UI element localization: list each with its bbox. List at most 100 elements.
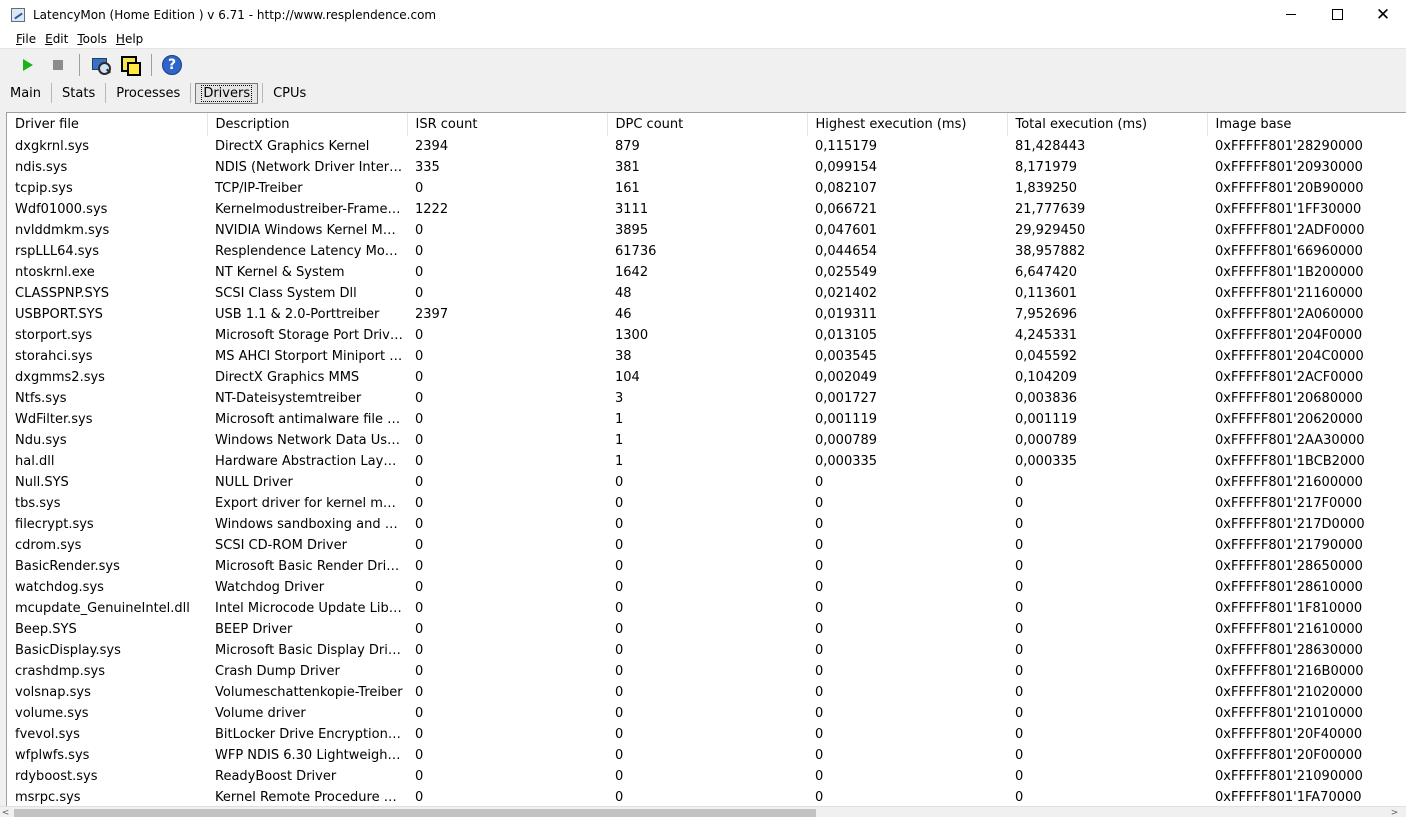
table-row[interactable]: volsnap.sys Volumeschattenkopie-Treiber 0 0… [7,682,1406,703]
tab-drivers[interactable]: Drivers [195,82,259,104]
table-row[interactable]: filecrypt.sys Windows sandboxing and e...… [7,514,1406,535]
table-cell: volsnap.sys [15,685,91,700]
tab-stats[interactable]: Stats [56,83,101,104]
tab-cpus[interactable]: CPUs [267,83,312,104]
table-cell: tbs.sys [15,496,61,511]
tab-main[interactable]: Main [4,83,47,104]
table-row[interactable]: hal.dll Hardware Abstraction Layer ... 0 1 0… [7,451,1406,472]
table-cell: NT Kernel & System [215,265,345,280]
table-row[interactable]: msrpc.sys Kernel Remote Procedure C... 0 0 0… [7,787,1406,807]
table-row[interactable]: ndis.sys NDIS (Network Driver Interf... 33… [7,157,1406,178]
maximize-button[interactable] [1314,0,1360,29]
table-cell: volume.sys [15,706,89,721]
table-row[interactable]: volume.sys Volume driver 0 0 0 0 0xFFFFF801'21… [7,703,1406,724]
column-header[interactable]: Highest execution (ms) [807,113,1008,136]
tab-separator [190,83,192,103]
menu-edit[interactable]: Edit [45,32,68,46]
table-cell: 0 [815,769,824,784]
start-button[interactable] [16,53,40,77]
close-button[interactable]: ✕ [1360,0,1406,29]
table-row[interactable]: WdFilter.sys Microsoft antimalware file s… [7,409,1406,430]
table-row[interactable]: cdrom.sys SCSI CD-ROM Driver 0 0 0 0 0xFFFFF80… [7,535,1406,556]
stop-button[interactable] [46,53,70,77]
tab-label: CPUs [273,85,307,101]
table-cell: Microsoft Basic Display Driver [215,643,407,658]
table-row[interactable]: Ndu.sys Windows Network Data Usa... 0 1 0,00… [7,430,1406,451]
table-row[interactable]: dxgkrnl.sys DirectX Graphics Kernel 2394 87… [7,136,1406,157]
help-button[interactable]: ? [160,53,184,77]
table-cell: Watchdog Driver [215,580,325,595]
table-cell: 0xFFFFF801'21610000 [1215,622,1363,637]
table-cell: 0 [1015,769,1024,784]
report-button[interactable] [88,53,112,77]
column-header[interactable]: ISR count [407,113,608,136]
table-cell: 0xFFFFF801'21010000 [1215,706,1363,721]
table-cell: NULL Driver [215,475,293,490]
table-row[interactable]: fvevol.sys BitLocker Drive Encryption ...… [7,724,1406,745]
horizontal-scrollbar[interactable]: < > [0,806,1406,817]
tab-label: Processes [116,85,181,101]
table-row[interactable]: tcpip.sys TCP/IP-Treiber 0 161 0,082107 1,839… [7,178,1406,199]
table-cell: 0 [1015,643,1024,658]
tab-processes[interactable]: Processes [110,83,186,104]
table-cell: 0,044654 [815,244,878,259]
table-cell: WdFilter.sys [15,412,93,427]
table-row[interactable]: Ntfs.sys NT-Dateisystemtreiber 0 3 0,001727 0… [7,388,1406,409]
table-row[interactable]: storahci.sys MS AHCI Storport Miniport D.… [7,346,1406,367]
table-row[interactable]: BasicRender.sys Microsoft Basic Render Dr… [7,556,1406,577]
table-row[interactable]: rdyboost.sys ReadyBoost Driver 0 0 0 0 0xFFFFF… [7,766,1406,787]
tab-label: Main [10,85,42,101]
table-row[interactable]: nvlddmkm.sys NVIDIA Windows Kernel Mod...… [7,220,1406,241]
scrollbar-thumb[interactable] [14,809,816,817]
table-row[interactable]: wfplwfs.sys WFP NDIS 6.30 Lightweight ...… [7,745,1406,766]
cpu-button[interactable] [118,53,142,77]
table-cell: 4,245331 [1015,328,1078,343]
table-row[interactable]: Wdf01000.sys Kernelmodustreiber-Framew...… [7,199,1406,220]
table-cell: 0,025549 [815,265,878,280]
table-cell: 381 [615,160,640,175]
table-cell: Crash Dump Driver [215,664,340,679]
table-row[interactable]: crashdmp.sys Crash Dump Driver 0 0 0 0 0xFFFFF… [7,661,1406,682]
table-cell: Hardware Abstraction Layer ... [215,454,407,469]
table-row[interactable]: ntoskrnl.exe NT Kernel & System 0 1642 0,025… [7,262,1406,283]
table-row[interactable]: USBPORT.SYS USB 1.1 & 2.0-Porttreiber 2397… [7,304,1406,325]
table-cell: 0 [1015,706,1024,721]
title-bar[interactable]: LatencyMon (Home Edition ) v 6.71 - http… [0,0,1406,29]
table-cell: 0xFFFFF801'28290000 [1215,139,1363,154]
table-row[interactable]: mcupdate_GenuineIntel.dll Intel Microcode… [7,598,1406,619]
menu-tools[interactable]: Tools [77,32,107,46]
column-header[interactable]: Image base [1207,113,1406,136]
column-header[interactable]: Total execution (ms) [1007,113,1208,136]
table-cell: Export driver for kernel mod... [215,496,407,511]
table-row[interactable]: Null.SYS NULL Driver 0 0 0 0 0xFFFFF801'216000… [7,472,1406,493]
menu-help[interactable]: Help [116,32,143,46]
column-header[interactable]: Description [207,113,408,136]
table-cell: CLASSPNP.SYS [15,286,109,301]
table-cell: 8,171979 [1015,160,1078,175]
menu-bar: File Edit Tools Help [0,29,1406,49]
table-row[interactable]: storport.sys Microsoft Storage Port Drive… [7,325,1406,346]
table-cell: 0 [815,748,824,763]
table-row[interactable]: BasicDisplay.sys Microsoft Basic Display … [7,640,1406,661]
minimize-button[interactable] [1268,0,1314,29]
table-cell: 0,021402 [815,286,878,301]
column-header[interactable]: Driver file [7,113,208,136]
menu-file[interactable]: File [16,32,36,46]
table-cell: 0 [815,601,824,616]
table-row[interactable]: rspLLL64.sys Resplendence Latency Monit..… [7,241,1406,262]
table-row[interactable]: CLASSPNP.SYS SCSI Class System Dll 0 48 0,02… [7,283,1406,304]
scroll-right-icon[interactable]: > [1389,807,1400,817]
scroll-left-icon[interactable]: < [0,807,11,817]
table-row[interactable]: watchdog.sys Watchdog Driver 0 0 0 0 0xFFFFF80… [7,577,1406,598]
table-cell: 0 [815,559,824,574]
column-header[interactable]: DPC count [607,113,808,136]
app-icon [11,7,25,22]
table-row[interactable]: dxgmms2.sys DirectX Graphics MMS 0 104 0,002… [7,367,1406,388]
tab-separator [105,83,107,103]
table-cell: BasicDisplay.sys [15,643,121,658]
table-row[interactable]: Beep.SYS BEEP Driver 0 0 0 0 0xFFFFF801'216100… [7,619,1406,640]
table-cell: 0 [415,328,424,343]
table-cell: nvlddmkm.sys [15,223,110,238]
table-cell: ndis.sys [15,160,68,175]
table-row[interactable]: tbs.sys Export driver for kernel mod... 0 0… [7,493,1406,514]
